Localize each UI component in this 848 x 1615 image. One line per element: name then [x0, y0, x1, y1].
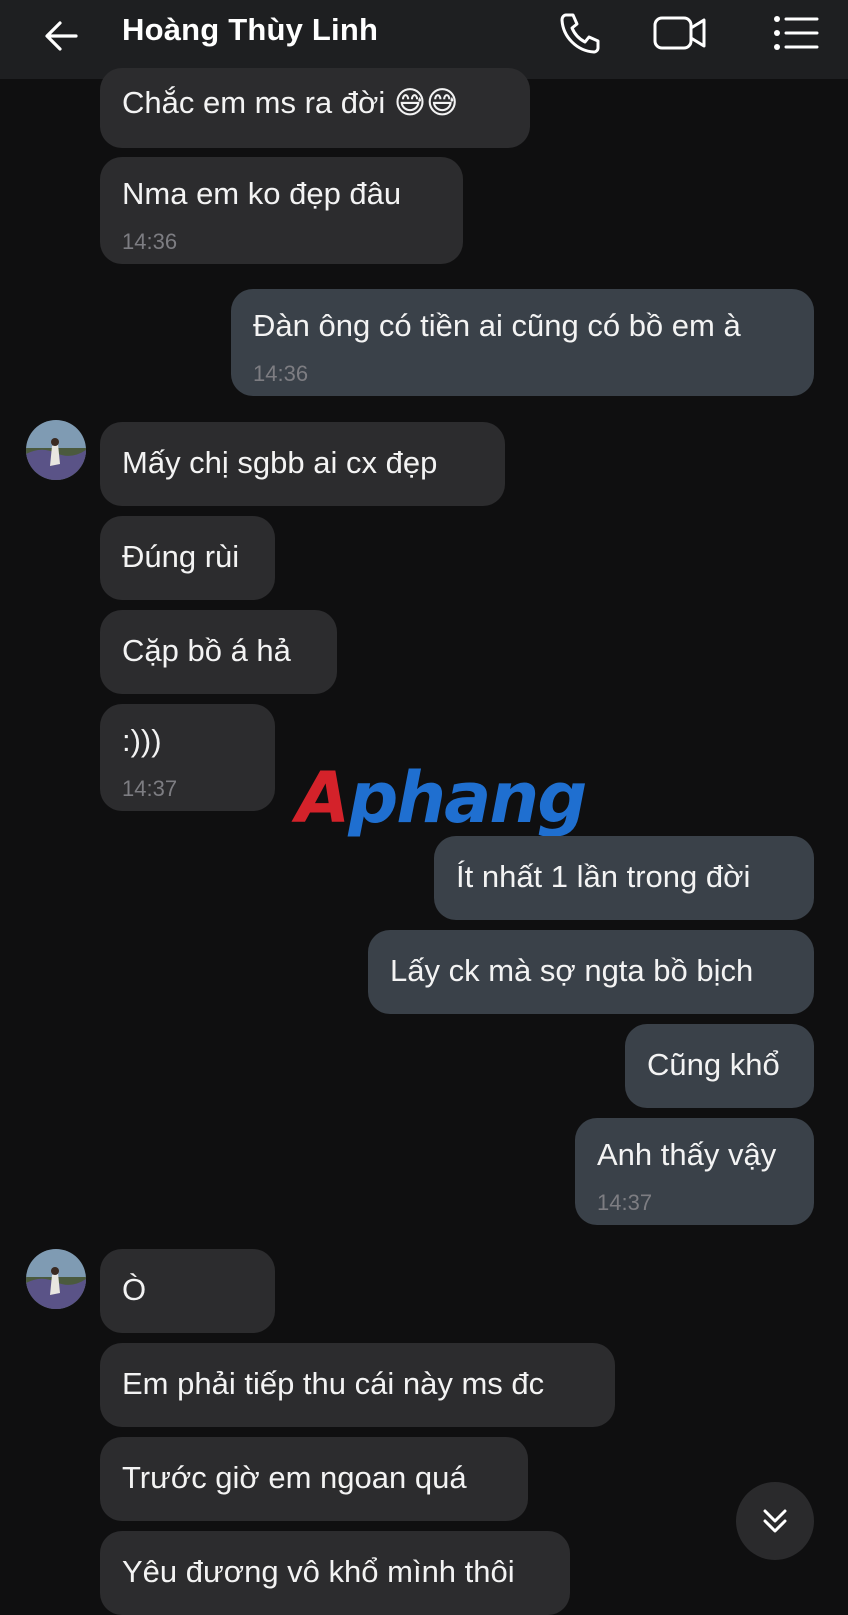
- message-text: Cũng khổ: [647, 1047, 780, 1082]
- menu-list-icon[interactable]: [768, 8, 824, 58]
- message-text: Anh thấy vậy: [597, 1137, 777, 1172]
- message-bubble-incoming[interactable]: Yêu đương vô khổ mình thôi: [100, 1531, 570, 1615]
- message-time: 14:37: [122, 776, 178, 801]
- message-bubble-incoming[interactable]: Cặp bồ á hả: [100, 610, 337, 694]
- message-time: 14:36: [253, 361, 309, 386]
- message-bubble-outgoing[interactable]: Cũng khổ: [625, 1024, 814, 1108]
- message-bubble-incoming[interactable]: Chắc em ms ra đời 😅😅: [100, 68, 530, 148]
- message-text: Trước giờ em ngoan quá: [122, 1460, 467, 1495]
- message-bubble-outgoing[interactable]: Anh thấy vậy 14:37: [575, 1118, 814, 1225]
- message-bubble-incoming[interactable]: Em phải tiếp thu cái này ms đc: [100, 1343, 615, 1427]
- message-text: Nma em ko đẹp đâu: [122, 176, 402, 211]
- back-arrow-icon[interactable]: [38, 12, 86, 60]
- message-bubble-incoming[interactable]: :))) 14:37: [100, 704, 275, 811]
- message-bubble-incoming[interactable]: Mấy chị sgbb ai cx đẹp: [100, 422, 505, 506]
- video-camera-icon[interactable]: [652, 8, 708, 58]
- message-bubble-incoming[interactable]: Đúng rùi: [100, 516, 275, 600]
- message-text: Đúng rùi: [122, 539, 240, 574]
- message-text: :))): [122, 723, 162, 758]
- message-text: Chắc em ms ra đời 😅😅: [122, 85, 459, 120]
- message-bubble-outgoing[interactable]: Đàn ông có tiền ai cũng có bồ em à 14:36: [231, 289, 814, 396]
- avatar[interactable]: [26, 420, 86, 480]
- message-bubble-outgoing[interactable]: Lấy ck mà sợ ngta bồ bịch: [368, 930, 814, 1014]
- message-text: Yêu đương vô khổ mình thôi: [122, 1554, 515, 1589]
- watermark-logo: Aphang: [296, 757, 587, 839]
- message-time: 14:37: [597, 1190, 653, 1215]
- message-bubble-incoming[interactable]: Nma em ko đẹp đâu 14:36: [100, 157, 463, 264]
- message-text: Em phải tiếp thu cái này ms đc: [122, 1366, 545, 1401]
- message-time: 14:36: [122, 229, 178, 254]
- message-text: Đàn ông có tiền ai cũng có bồ em à: [253, 308, 741, 343]
- message-bubble-outgoing[interactable]: Ít nhất 1 lần trong đời: [434, 836, 814, 920]
- message-bubble-incoming[interactable]: Trước giờ em ngoan quá: [100, 1437, 528, 1521]
- message-text: Cặp bồ á hả: [122, 633, 291, 668]
- message-text: Lấy ck mà sợ ngta bồ bịch: [390, 953, 754, 988]
- phone-icon[interactable]: [552, 8, 608, 58]
- double-chevron-down-icon: [763, 1509, 787, 1533]
- message-bubble-incoming[interactable]: Ò: [100, 1249, 275, 1333]
- message-text: Ít nhất 1 lần trong đời: [456, 859, 751, 894]
- avatar[interactable]: [26, 1249, 86, 1309]
- message-text: Mấy chị sgbb ai cx đẹp: [122, 445, 438, 480]
- contact-name[interactable]: Hoàng Thùy Linh: [122, 10, 378, 50]
- message-text: Ò: [122, 1272, 147, 1307]
- scroll-to-bottom-button[interactable]: [736, 1482, 814, 1560]
